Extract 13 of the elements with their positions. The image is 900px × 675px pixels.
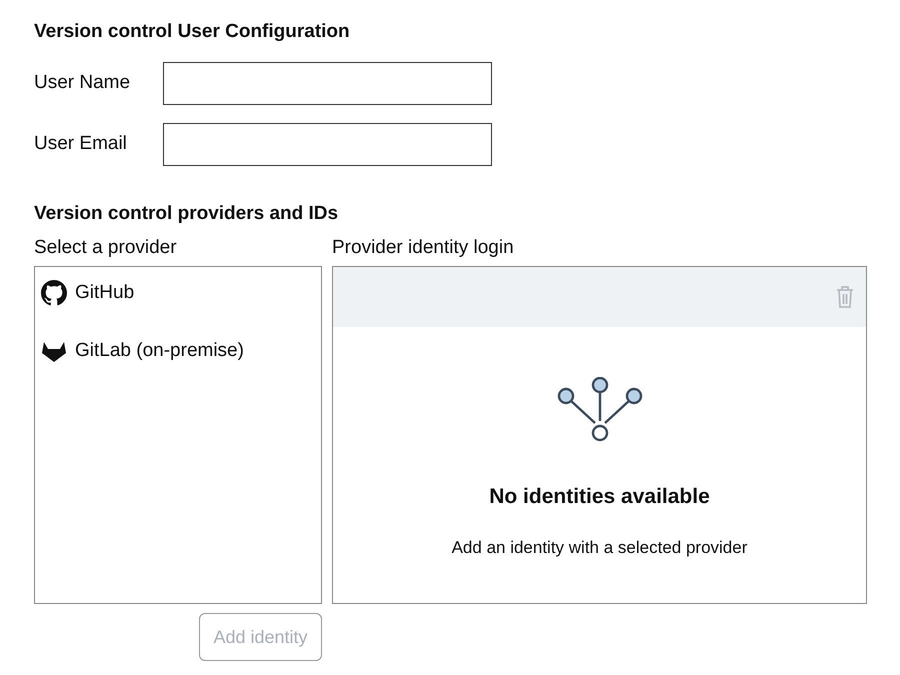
section-title: Version control User Configuration xyxy=(34,20,351,44)
field-label: User Name xyxy=(34,71,132,96)
provider-item[interactable]: GitHub xyxy=(41,279,321,307)
empty-text: Add an identity with a selected provider xyxy=(452,536,748,558)
input-field[interactable] xyxy=(163,123,492,166)
field-label: User Email xyxy=(34,132,128,156)
section-title: Version control providers and IDs xyxy=(34,202,340,226)
provider-item[interactable]: GitLab (on-premise) xyxy=(41,337,321,365)
list-label: Select a provider xyxy=(34,236,178,260)
empty-title: No identities available xyxy=(489,484,710,510)
cat-silhouette-icon xyxy=(41,280,67,306)
input-field[interactable] xyxy=(163,62,492,105)
panel-label: Provider identity login xyxy=(332,236,515,260)
